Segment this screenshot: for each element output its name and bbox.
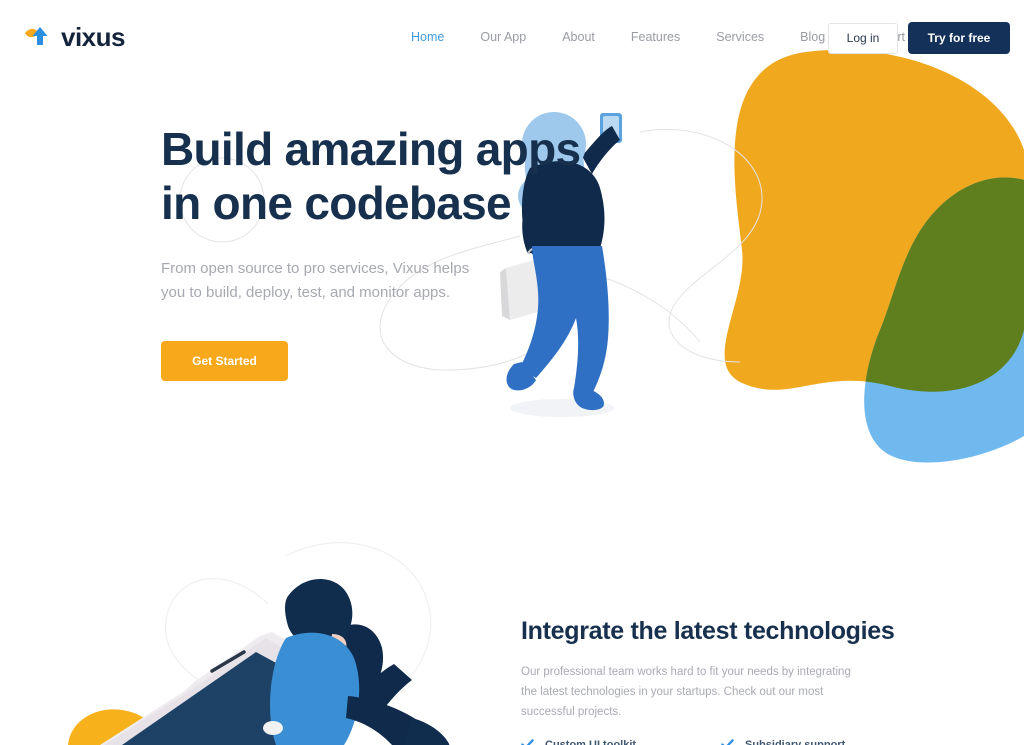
vixus-leaf-arrow-logo-icon (25, 27, 48, 45)
hero-section: Build amazing apps in one codebase From … (161, 122, 581, 382)
landing-page: vixus Home Our App About Features Servic… (0, 0, 1024, 745)
hero-subtitle: From open source to pro services, Vixus … (161, 259, 470, 301)
logo-text: vixus (61, 22, 126, 52)
login-button[interactable]: Log in (828, 22, 898, 54)
nav-item-features[interactable]: Features (613, 30, 698, 44)
feature-item-custom-ui-toolkit: Custom UI toolkit (521, 738, 721, 745)
section2-feature-list: Custom UI toolkit Subsidiary support (521, 738, 941, 745)
hero-title: Build amazing apps in one codebase (161, 122, 581, 231)
nav-item-services[interactable]: Services (698, 30, 782, 44)
get-started-button[interactable]: Get Started (161, 341, 288, 382)
section2-paragraph: Our professional team works hard to fit … (521, 666, 851, 718)
feature-label: Subsidiary support (745, 738, 846, 745)
section2-title: Integrate the latest technologies (521, 617, 895, 645)
logo[interactable]: vixus (24, 22, 126, 52)
nav-item-our-app[interactable]: Our App (462, 30, 544, 44)
nav-item-about[interactable]: About (544, 30, 613, 44)
feature-item-subsidiary-support: Subsidiary support (721, 738, 921, 745)
site-header: vixus Home Our App About Features Servic… (0, 0, 1024, 74)
hero-title-line2: in one codebase (161, 177, 512, 230)
try-for-free-button[interactable]: Try for free (908, 22, 1010, 54)
header-actions: Log in Try for free (828, 22, 1010, 54)
section2-illustration-person-on-phone (68, 578, 450, 745)
check-icon (521, 739, 534, 745)
hero-title-line1: Build amazing apps (161, 123, 581, 175)
feature-label: Custom UI toolkit (545, 738, 637, 745)
section2: Integrate the latest technologies Our pr… (521, 617, 941, 745)
check-icon (721, 739, 734, 745)
nav-item-home[interactable]: Home (393, 30, 462, 44)
